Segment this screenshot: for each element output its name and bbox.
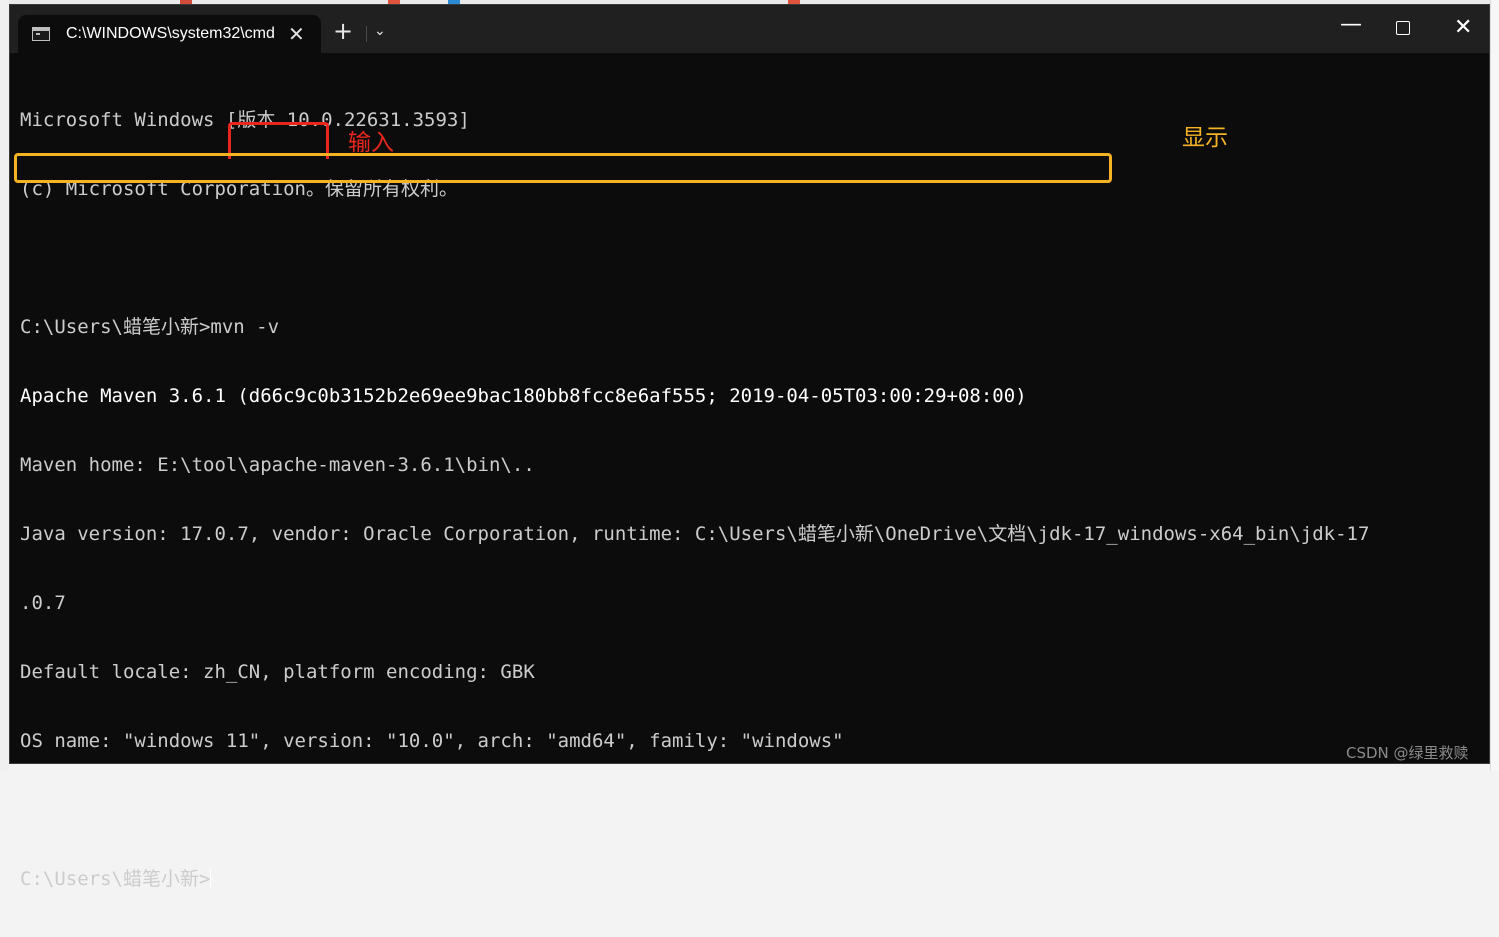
console-prompt-line[interactable]: C:\Users\蜡笔小新>: [20, 868, 1480, 891]
console-prompt: C:\Users\蜡笔小新>: [20, 868, 211, 890]
background-window-edge-right: [1490, 0, 1499, 771]
background-window-edge-left: [0, 0, 9, 771]
console-output[interactable]: Microsoft Windows [版本 10.0.22631.3593] (…: [20, 63, 1480, 937]
text-cursor: [210, 869, 212, 889]
tab-divider: [366, 26, 367, 42]
tab-dropdown-button[interactable]: ⌄: [374, 23, 386, 39]
console-line: Java version: 17.0.7, vendor: Oracle Cor…: [20, 523, 1370, 545]
terminal-window: C:\WINDOWS\system32\cmd.exe ✕ + ⌄ — ✕ Mi…: [9, 4, 1490, 890]
output-annotation-label: 显示: [1182, 125, 1228, 151]
tab-close-button[interactable]: ✕: [288, 22, 305, 46]
new-tab-button[interactable]: +: [333, 19, 353, 43]
console-line: OS name: "windows 11", version: "10.0", …: [20, 730, 844, 752]
title-bar[interactable]: C:\WINDOWS\system32\cmd.exe ✕ + ⌄ — ✕: [10, 5, 1489, 53]
console-line: Apache Maven 3.6.1 (d66c9c0b3152b2e69ee9…: [20, 385, 1027, 407]
minimize-button[interactable]: —: [1340, 12, 1362, 37]
console-line: C:\Users\蜡笔小新>mvn -v: [20, 316, 280, 338]
terminal-icon: [32, 27, 50, 41]
tab-cmd[interactable]: C:\WINDOWS\system32\cmd.exe ✕: [18, 15, 321, 53]
input-annotation-label: 输入: [348, 130, 394, 156]
output-highlight-box: [14, 153, 1112, 183]
close-window-button[interactable]: ✕: [1454, 15, 1472, 40]
console-line: .0.7: [20, 592, 66, 614]
maximize-button[interactable]: [1396, 21, 1410, 35]
tab-title: C:\WINDOWS\system32\cmd.exe: [66, 25, 274, 42]
console-line: Default locale: zh_CN, platform encoding…: [20, 661, 535, 683]
watermark: CSDN @绿里救赎: [1346, 744, 1469, 762]
console-line: Maven home: E:\tool\apache-maven-3.6.1\b…: [20, 454, 535, 476]
